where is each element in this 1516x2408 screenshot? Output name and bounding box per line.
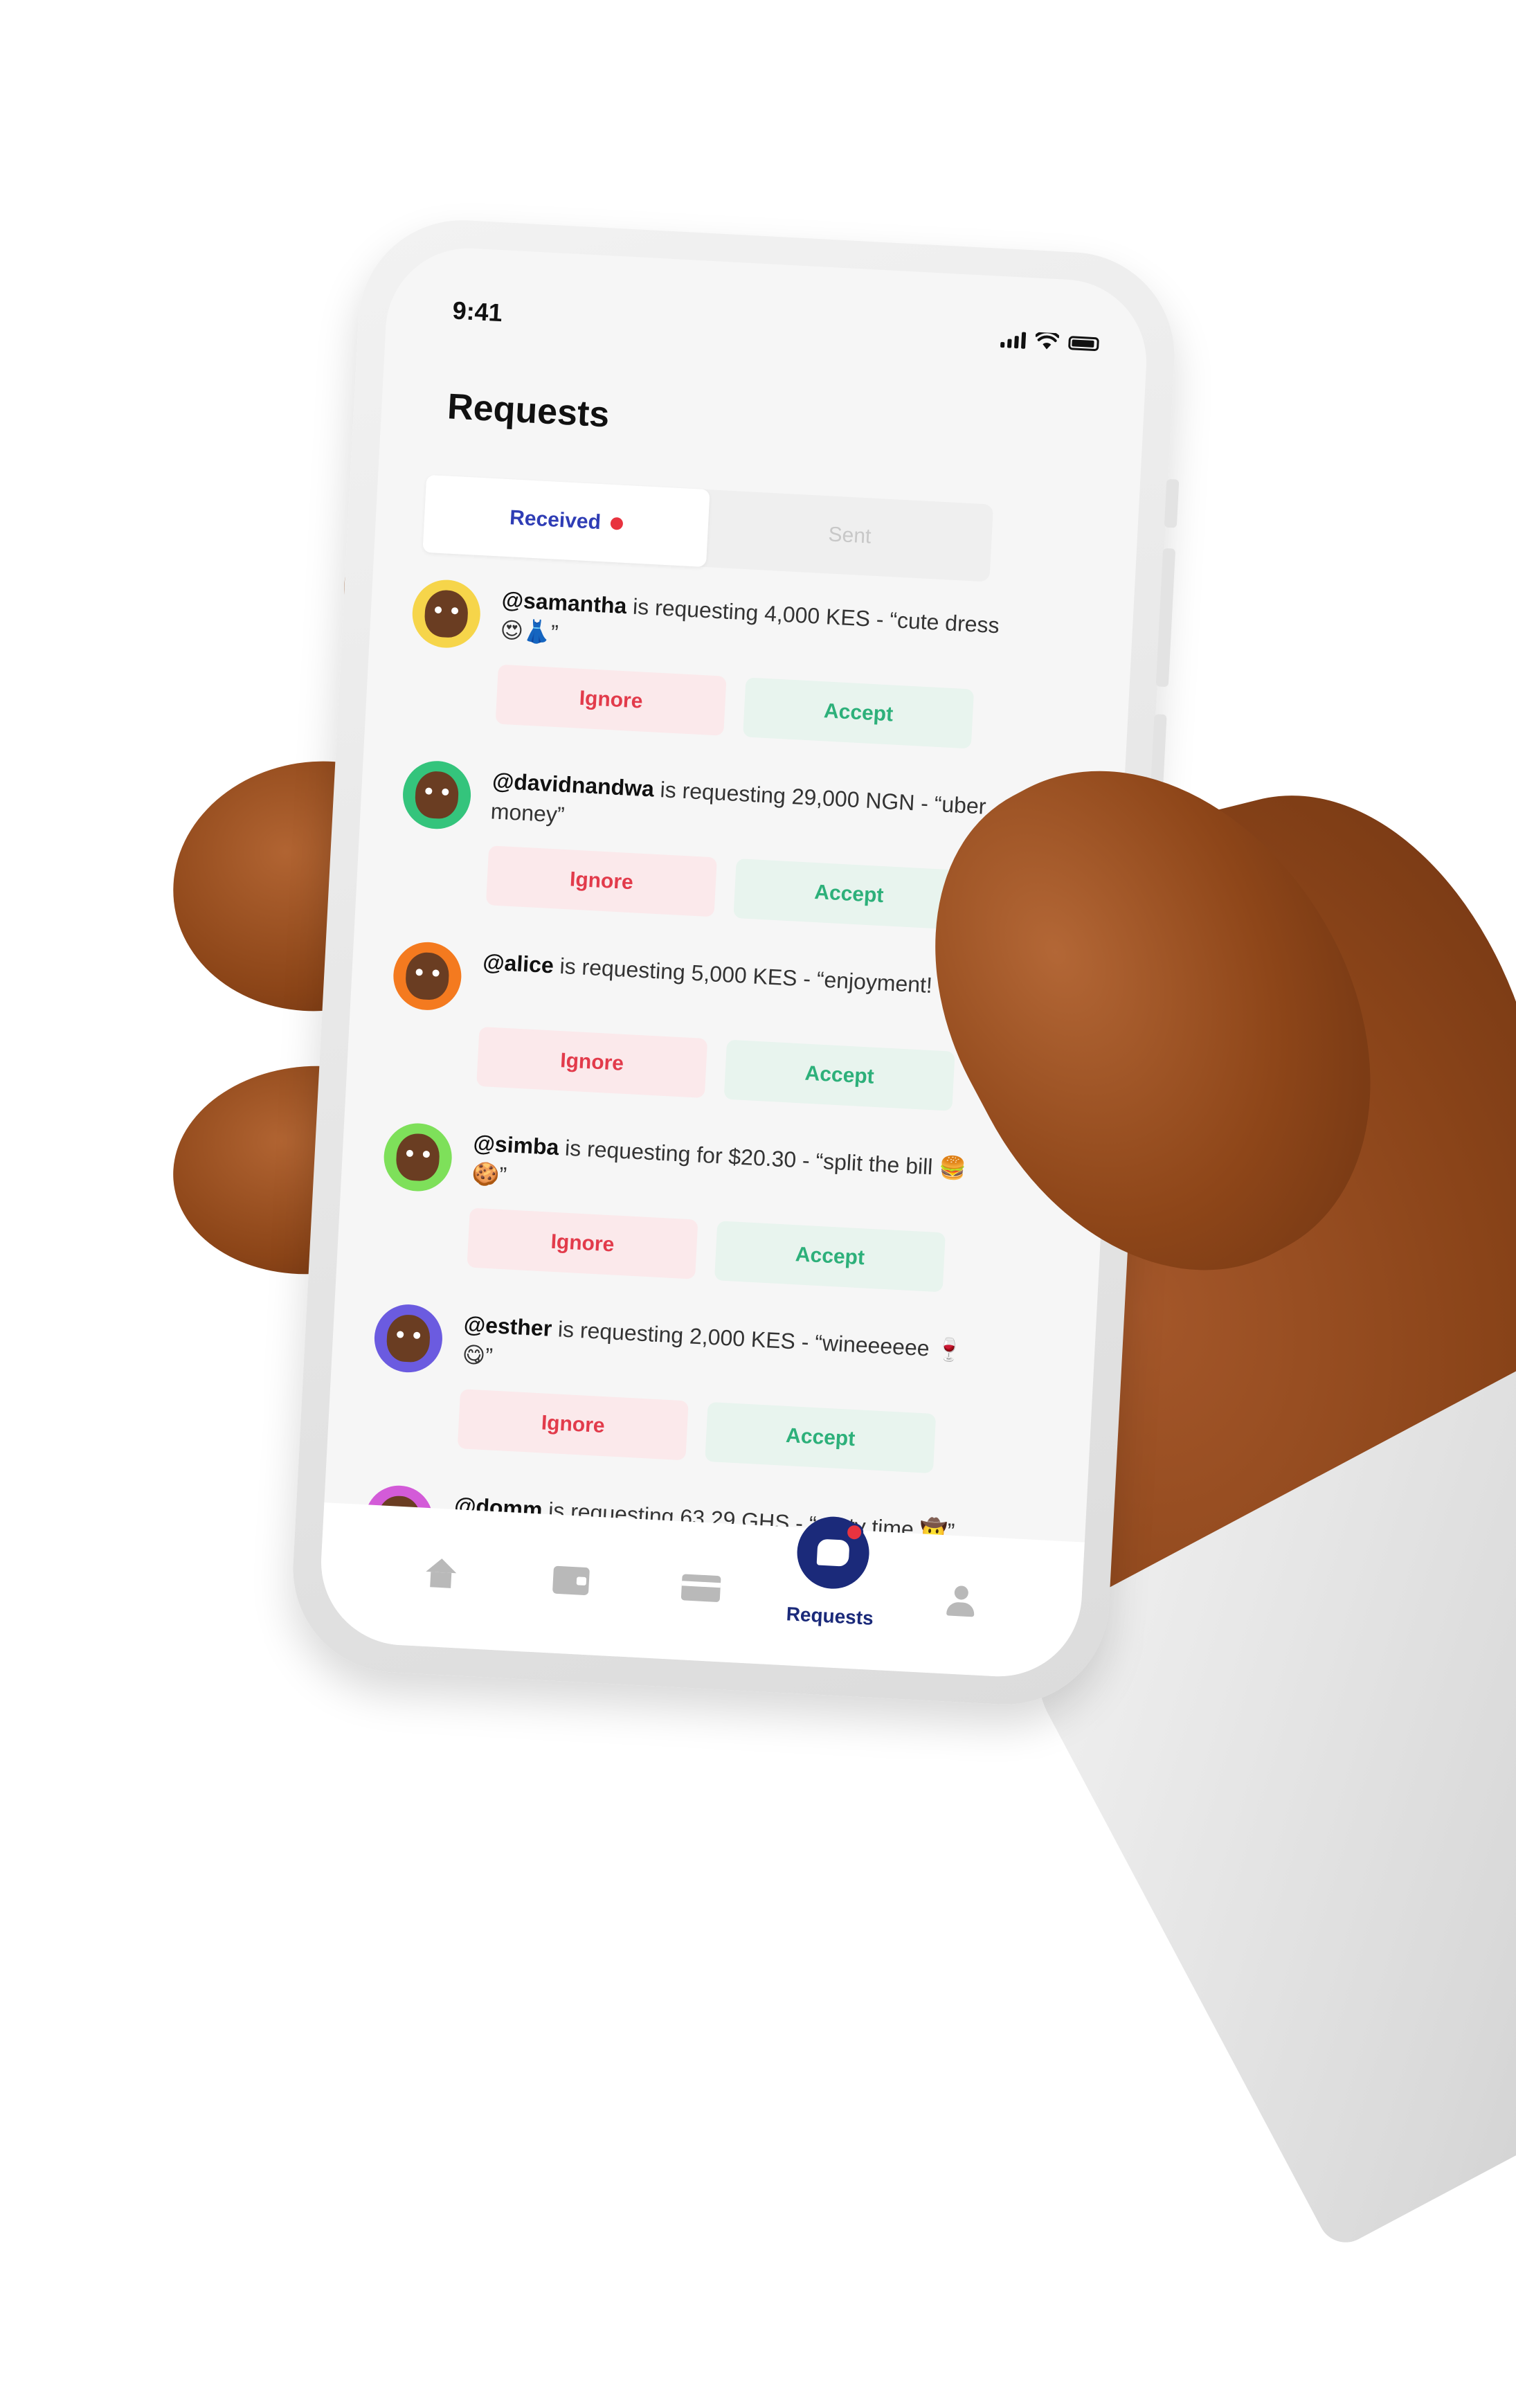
notification-dot <box>845 1522 864 1542</box>
wifi-icon <box>1034 332 1060 350</box>
request-actions: Ignore Accept <box>467 1207 946 1293</box>
memoji-face-icon <box>404 951 451 1001</box>
nav-profile[interactable] <box>917 1570 1004 1657</box>
avatar <box>382 1122 454 1193</box>
memoji-face-icon <box>395 1132 441 1183</box>
nav-requests-label: Requests <box>786 1603 874 1629</box>
request-text: @samantha is requesting 4,000 KES - “cut… <box>500 584 1022 672</box>
ignore-button[interactable]: Ignore <box>485 845 717 917</box>
request-actions: Ignore Accept <box>457 1389 937 1474</box>
accept-button[interactable]: Accept <box>705 1401 937 1474</box>
request-username[interactable]: @davidnandwa <box>491 768 654 801</box>
ignore-button[interactable]: Ignore <box>476 1026 708 1099</box>
avatar <box>372 1302 444 1374</box>
request-item: @simba is requesting for $20.30 - “split… <box>377 1122 1008 1336</box>
request-actions: Ignore Accept <box>485 845 965 931</box>
request-username[interactable]: @simba <box>473 1131 559 1160</box>
card-icon <box>680 1574 721 1603</box>
request-actions: Ignore Accept <box>476 1026 955 1111</box>
accept-button[interactable]: Accept <box>743 677 975 749</box>
memoji-face-icon <box>414 770 460 820</box>
home-icon <box>425 1558 457 1590</box>
request-username[interactable]: @esther <box>463 1311 552 1341</box>
request-username[interactable]: @samantha <box>501 587 627 618</box>
nav-home[interactable] <box>397 1543 484 1630</box>
phone-side-button <box>1164 478 1180 528</box>
requests-tabs: Received Sent <box>422 474 994 582</box>
accept-button[interactable]: Accept <box>733 858 965 931</box>
memoji-face-icon <box>386 1313 431 1363</box>
status-icons <box>1000 330 1099 353</box>
request-item: @samantha is requesting 4,000 KES - “cut… <box>405 578 1036 792</box>
request-item: @esther is requesting 2,000 KES - “winee… <box>367 1302 998 1517</box>
accept-button[interactable]: Accept <box>714 1221 946 1293</box>
ignore-button[interactable]: Ignore <box>467 1207 698 1279</box>
signal-icon <box>1000 331 1027 349</box>
nav-wallet[interactable] <box>527 1549 614 1637</box>
avatar <box>391 940 463 1012</box>
request-actions: Ignore Accept <box>495 664 975 749</box>
avatar <box>410 578 482 650</box>
received-notification-dot <box>610 516 624 530</box>
status-time: 9:41 <box>451 296 503 327</box>
request-username[interactable]: @alice <box>482 949 554 978</box>
nav-requests[interactable]: Requests <box>786 1515 874 1651</box>
request-item: @alice is requesting 5,000 KES - “enjoym… <box>386 940 1017 1154</box>
avatar <box>401 759 473 831</box>
chat-bubble-icon <box>816 1538 850 1567</box>
profile-icon <box>945 1585 977 1618</box>
nav-cards[interactable] <box>657 1556 744 1644</box>
tab-received[interactable]: Received <box>422 474 710 568</box>
ignore-button[interactable]: Ignore <box>495 664 727 736</box>
ignore-button[interactable]: Ignore <box>457 1389 689 1461</box>
accept-button[interactable]: Accept <box>723 1039 955 1111</box>
tab-sent-label: Sent <box>827 523 872 548</box>
request-item: @davidnandwa is requesting 29,000 NGN - … <box>395 759 1027 973</box>
tab-received-label: Received <box>509 506 602 534</box>
wallet-icon <box>552 1565 590 1596</box>
battery-icon <box>1067 336 1099 352</box>
memoji-face-icon <box>424 589 469 639</box>
page-title: Requests <box>446 386 611 435</box>
tab-sent[interactable]: Sent <box>706 489 993 582</box>
